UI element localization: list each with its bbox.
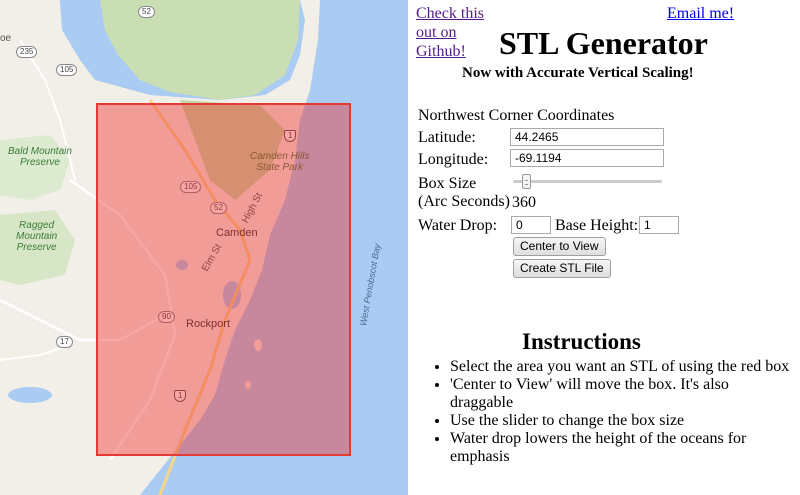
instruction-item: Water drop lowers the height of the ocea… xyxy=(450,430,790,466)
longitude-label: Longitude: xyxy=(418,151,489,168)
page-title: STL Generator xyxy=(499,25,708,61)
latitude-label: Latitude: xyxy=(418,129,476,146)
map-view[interactable]: oe Bald Mountain Preserve Ragged Mountai… xyxy=(0,0,408,495)
water-drop-label: Water Drop: xyxy=(418,217,498,234)
instruction-item: Use the slider to change the box size xyxy=(450,412,790,430)
route-52-shield: 52 xyxy=(138,6,155,18)
page-subtitle: Now with Accurate Vertical Scaling! xyxy=(462,65,694,81)
map-label-oe: oe xyxy=(0,33,12,44)
box-size-value: 360 xyxy=(512,194,536,211)
water-drop-input[interactable] xyxy=(511,216,551,234)
route-235-shield: 235 xyxy=(16,46,38,58)
route-105-shield: 105 xyxy=(56,64,78,76)
center-to-view-button[interactable]: Center to View xyxy=(513,237,606,256)
longitude-input[interactable] xyxy=(510,149,664,167)
box-size-slider-track[interactable] xyxy=(513,180,662,183)
box-size-label: Box Size xyxy=(418,175,477,192)
base-height-input[interactable] xyxy=(639,216,679,234)
arc-seconds-label: (Arc Seconds) xyxy=(418,193,510,210)
route-17-shield: 17 xyxy=(56,336,73,348)
base-height-label: Base Height: xyxy=(555,217,639,234)
create-stl-button[interactable]: Create STL File xyxy=(513,259,611,278)
email-link[interactable]: Email me! xyxy=(667,4,734,23)
instructions-heading: Instructions xyxy=(522,329,641,354)
instruction-item: 'Center to View' will move the box. It's… xyxy=(450,376,790,412)
instructions-list: Select the area you want an STL of using… xyxy=(418,358,790,466)
map-label-ragged-mountain: Ragged Mountain Preserve xyxy=(16,220,58,253)
latitude-input[interactable] xyxy=(510,128,664,146)
github-link[interactable]: Check this out on Github! xyxy=(416,4,496,61)
box-size-slider-handle[interactable] xyxy=(522,174,531,189)
map-label-bald-mountain: Bald Mountain Preserve xyxy=(8,146,72,168)
instruction-item: Select the area you want an STL of using… xyxy=(450,358,790,376)
stl-selection-box[interactable] xyxy=(96,103,351,456)
coordinates-heading: Northwest Corner Coordinates xyxy=(418,107,615,124)
